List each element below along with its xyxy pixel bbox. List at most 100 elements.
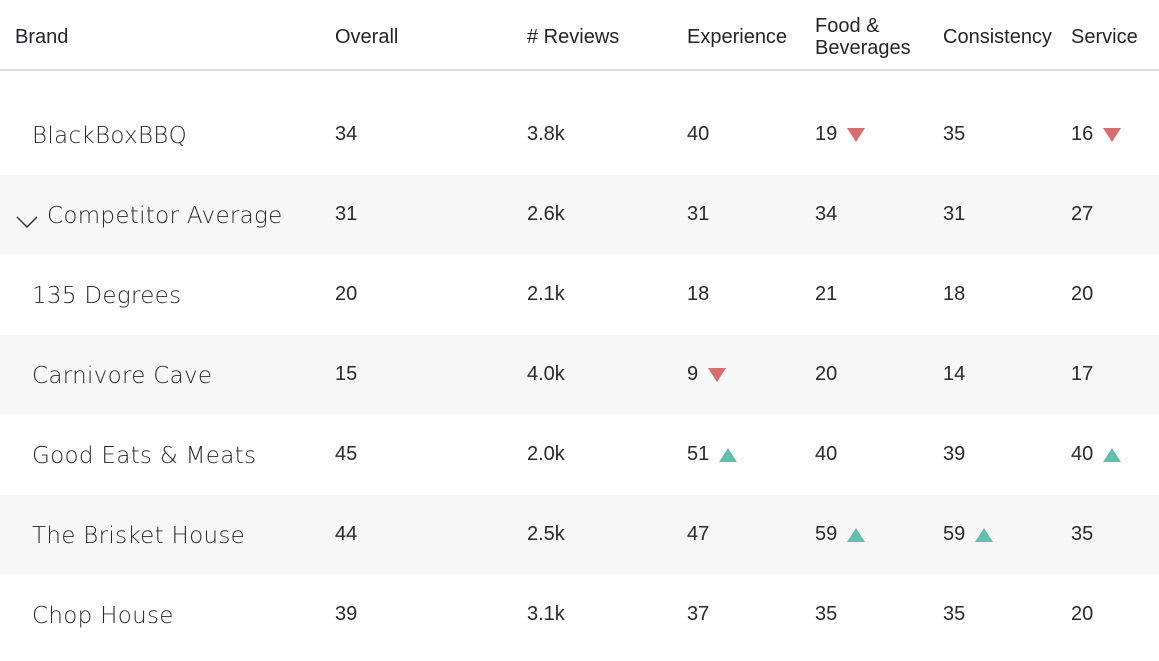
brand-comparison-table: Brand Overall # Reviews Experience Food … [0,0,1159,655]
food-value: 21 [815,283,838,305]
brand-name: Carnivore Cave [32,363,213,389]
column-header-brand[interactable]: Brand [15,26,68,48]
reviews-cell: 2.0k [527,443,565,466]
experience-value: 47 [687,523,710,545]
overall-value: 15 [335,363,358,385]
table-row[interactable]: Chop House 39 3.1k 37 35 35 20 [0,575,1159,655]
service-value: 16 [1071,123,1094,145]
food-cell: 19 [815,123,866,146]
consistency-value: 18 [943,283,966,305]
experience-value: 9 [687,363,699,385]
service-cell: 20 [1071,283,1093,306]
experience-value: 51 [687,443,710,465]
overall-cell: 15 [335,363,357,386]
experience-cell: 37 [687,603,709,626]
experience-cell: 40 [687,123,709,146]
trend-up-icon [1103,447,1122,462]
table-body: BlackBoxBBQ 34 3.8k 40 19 35 16 Competitor Aver… [0,95,1159,655]
consistency-cell: 31 [943,203,965,226]
reviews-value: 2.5k [527,523,565,545]
brand-cell: 135 Degrees [32,283,181,309]
brand-name: Chop House [32,603,174,629]
experience-value: 40 [687,123,710,145]
consistency-value: 35 [943,123,966,145]
overall-cell: 20 [335,283,357,306]
consistency-value: 31 [943,203,966,225]
overall-value: 45 [335,443,358,465]
column-header-reviews[interactable]: # Reviews [527,26,619,48]
food-cell: 40 [815,443,837,466]
food-value: 20 [815,363,838,385]
overall-value: 20 [335,283,358,305]
trend-down-icon [847,127,866,142]
table-row[interactable]: The Brisket House 44 2.5k 47 59 59 35 [0,495,1159,575]
brand-cell[interactable]: Competitor Average [16,203,283,229]
reviews-cell: 2.1k [527,283,565,306]
experience-cell: 47 [687,523,709,546]
overall-cell: 31 [335,203,357,226]
column-header-experience[interactable]: Experience [687,26,787,48]
reviews-cell: 3.1k [527,603,565,626]
reviews-cell: 4.0k [527,363,565,386]
service-cell: 16 [1071,123,1122,146]
reviews-value: 3.1k [527,603,565,625]
reviews-value: 4.0k [527,363,565,385]
reviews-value: 2.1k [527,283,565,305]
experience-cell: 51 [687,443,738,466]
table-row[interactable]: Carnivore Cave 15 4.0k 9 20 14 17 [0,335,1159,415]
column-header-consistency[interactable]: Consistency [943,26,1052,48]
brand-name: Good Eats & Meats [32,443,257,469]
table-row[interactable]: 135 Degrees 20 2.1k 18 21 18 20 [0,255,1159,335]
trend-up-icon [975,527,994,542]
overall-value: 31 [335,203,358,225]
service-value: 40 [1071,443,1094,465]
consistency-cell: 35 [943,123,965,146]
brand-name: The Brisket House [32,523,246,549]
experience-cell: 18 [687,283,709,306]
overall-value: 34 [335,123,358,145]
chevron-down-icon[interactable] [16,209,38,229]
food-value: 34 [815,203,838,225]
brand-cell: BlackBoxBBQ [32,123,187,149]
column-header-service[interactable]: Service [1071,26,1138,48]
brand-cell: Carnivore Cave [32,363,212,389]
brand-name: BlackBoxBBQ [32,123,188,149]
reviews-value: 3.8k [527,123,565,145]
column-header-food-line1: Food & [815,15,880,37]
food-cell: 59 [815,523,866,546]
reviews-cell: 2.5k [527,523,565,546]
table-header: Brand Overall # Reviews Experience Food … [0,0,1159,71]
service-value: 27 [1071,203,1094,225]
consistency-value: 39 [943,443,966,465]
column-header-overall[interactable]: Overall [335,26,398,48]
table-row[interactable]: BlackBoxBBQ 34 3.8k 40 19 35 16 [0,95,1159,175]
experience-value: 37 [687,603,710,625]
experience-value: 31 [687,203,710,225]
consistency-cell: 18 [943,283,965,306]
service-value: 20 [1071,603,1094,625]
consistency-cell: 35 [943,603,965,626]
trend-up-icon [847,527,866,542]
trend-down-icon [708,367,727,382]
food-value: 59 [815,523,838,545]
consistency-value: 14 [943,363,966,385]
service-cell: 35 [1071,523,1093,546]
table-row[interactable]: Good Eats & Meats 45 2.0k 51 40 39 40 [0,415,1159,495]
service-cell: 27 [1071,203,1093,226]
experience-cell: 31 [687,203,709,226]
trend-up-icon [719,447,738,462]
food-value: 40 [815,443,838,465]
column-header-food-beverages[interactable]: Food & Beverages [815,15,911,59]
table-row[interactable]: Competitor Average 31 2.6k 31 34 31 27 [0,175,1159,255]
service-value: 35 [1071,523,1094,545]
service-value: 17 [1071,363,1094,385]
brand-name: 135 Degrees [32,283,182,309]
brand-cell: The Brisket House [32,523,245,549]
overall-cell: 34 [335,123,357,146]
consistency-cell: 59 [943,523,994,546]
overall-value: 44 [335,523,358,545]
column-header-food-line2: Beverages [815,37,911,59]
trend-down-icon [1103,127,1122,142]
food-cell: 35 [815,603,837,626]
brand-cell: Chop House [32,603,174,629]
